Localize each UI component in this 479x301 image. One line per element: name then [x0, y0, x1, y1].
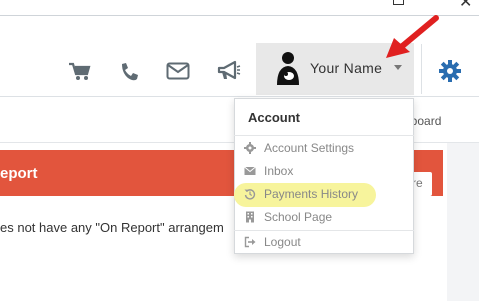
phone-icon[interactable] [119, 62, 139, 82]
user-name-label[interactable]: Your Name [310, 60, 382, 76]
menu-item-label: Account Settings [264, 141, 355, 155]
user-avatar-icon [277, 52, 299, 85]
envelope-icon[interactable] [166, 62, 190, 80]
menu-item-payments-history[interactable]: Payments History [244, 185, 404, 203]
panel-title: eport [0, 165, 38, 182]
menu-item-logout[interactable]: Logout [244, 233, 404, 251]
maximize-icon[interactable] [393, 0, 404, 5]
menu-item-label: Logout [264, 235, 301, 249]
dropdown-heading: Account [248, 110, 300, 125]
menu-item-account-settings[interactable]: Account Settings [244, 139, 404, 157]
menu-item-school-page[interactable]: School Page [244, 208, 404, 226]
menu-item-label: School Page [264, 210, 333, 224]
envelope-icon [244, 166, 256, 175]
sign-out-icon [244, 236, 256, 248]
annotation-arrow-icon [386, 15, 439, 58]
chevron-down-icon[interactable] [394, 65, 402, 70]
gear-icon [244, 142, 256, 154]
history-icon [244, 189, 256, 200]
building-icon [246, 211, 254, 223]
menu-item-inbox[interactable]: Inbox [244, 162, 404, 180]
cart-icon[interactable] [68, 62, 92, 82]
close-icon[interactable]: ✕ [459, 0, 472, 11]
dropdown-divider [234, 230, 414, 231]
dropdown-divider [234, 135, 414, 136]
gear-icon[interactable] [439, 60, 461, 82]
menu-item-label: Payments History [264, 187, 359, 201]
panel-body-text: es not have any "On Report" arrangem [0, 220, 224, 235]
menu-item-label: Inbox [264, 164, 294, 178]
bullhorn-icon[interactable] [217, 60, 241, 82]
